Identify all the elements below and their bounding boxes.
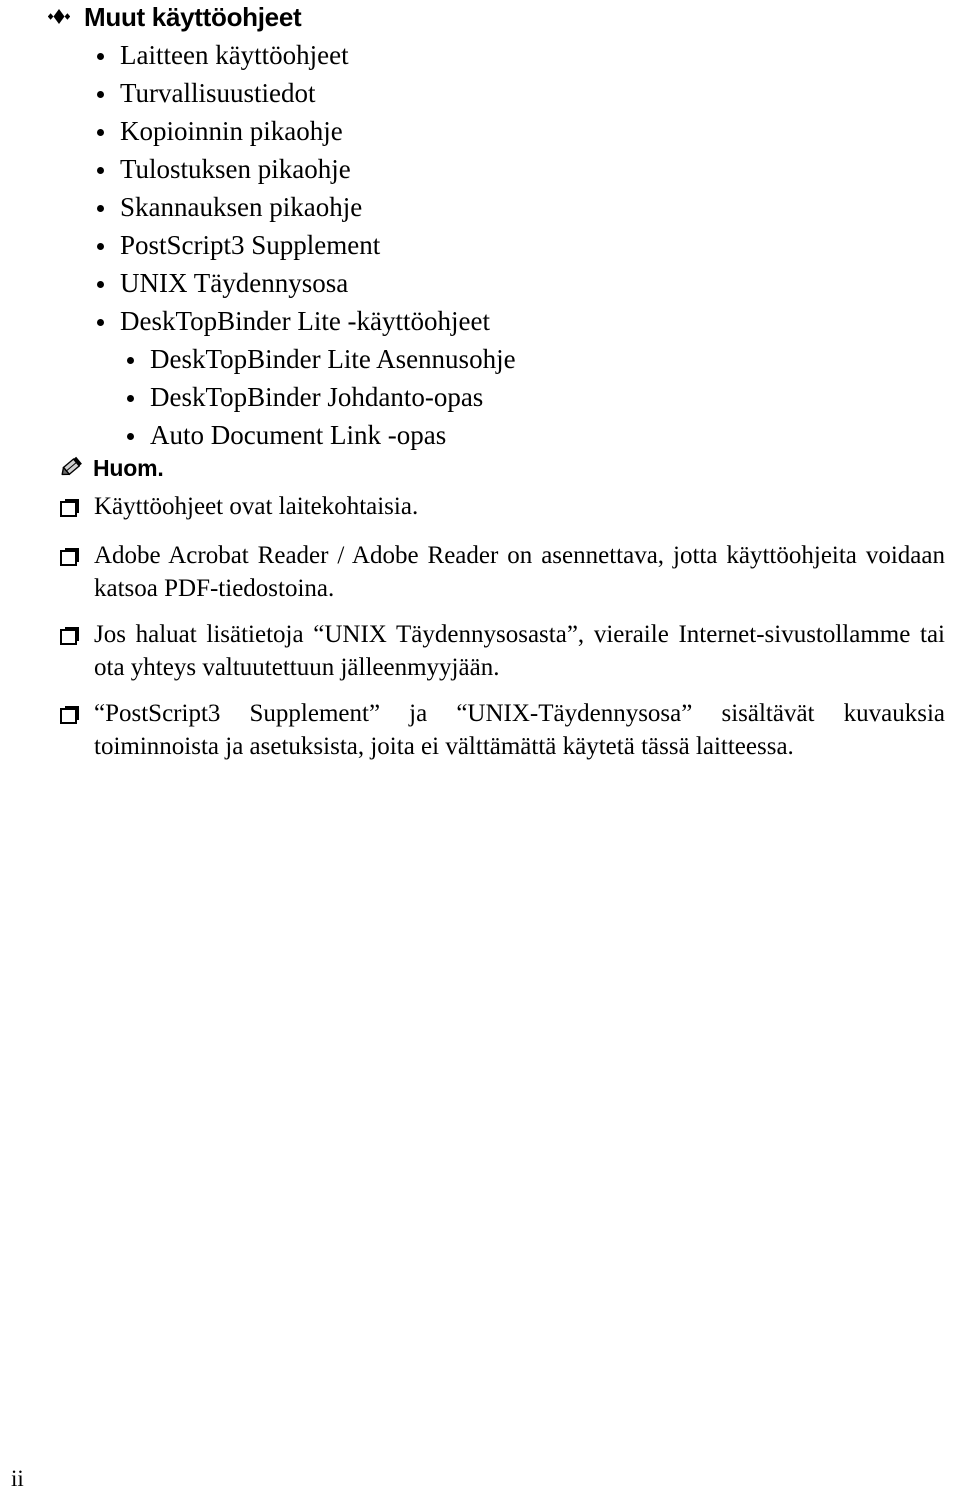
list-item-label: UNIX Täydennysosa [120, 268, 349, 298]
section-heading: Muut käyttöohjeet [48, 2, 302, 33]
round-bullet-icon [127, 357, 134, 364]
note-heading-label: Huom. [93, 455, 164, 481]
list-item-label: Turvallisuustiedot [120, 78, 316, 108]
note-item-text: “PostScript3 Supplement” ja “UNIX-Täyden… [94, 700, 945, 760]
shadowed-box-bullet-icon [60, 499, 79, 517]
page-number: ii [11, 1466, 24, 1491]
document-page: Muut käyttöohjeet Laitteen käyttöohjeet … [0, 0, 960, 1506]
round-bullet-icon [97, 129, 104, 136]
note-items: Käyttöohjeet ovat laitekohtaisia. Adobe … [0, 490, 960, 763]
list-item: Auto Document Link -opas [0, 416, 960, 454]
shadowed-box-bullet-icon [60, 627, 79, 645]
note-list-item: Jos haluat lisätietoja “UNIX Täydennysos… [0, 618, 960, 684]
list-item: DeskTopBinder Lite -käyttöohjeet [0, 302, 960, 340]
round-bullet-icon [97, 205, 104, 212]
list-item-label: PostScript3 Supplement [120, 230, 381, 260]
list-item: Laitteen käyttöohjeet [0, 36, 960, 74]
note-list-item: Käyttöohjeet ovat laitekohtaisia. [0, 490, 960, 523]
round-bullet-icon [127, 433, 134, 440]
list-item: Turvallisuustiedot [0, 74, 960, 112]
round-bullet-icon [97, 167, 104, 174]
round-bullet-icon [127, 395, 134, 402]
round-bullet-icon [97, 243, 104, 250]
shadowed-box-bullet-icon [60, 548, 79, 566]
page-title: Muut käyttöohjeet [84, 2, 302, 32]
list-item-label: Kopioinnin pikaohje [120, 116, 343, 146]
round-bullet-icon [97, 53, 104, 60]
shadowed-box-bullet-icon [60, 706, 79, 724]
list-item: Tulostuksen pikaohje [0, 150, 960, 188]
round-bullet-icon [97, 319, 104, 326]
list-item: Kopioinnin pikaohje [0, 112, 960, 150]
round-bullet-icon [97, 91, 104, 98]
note-list-item: Adobe Acrobat Reader / Adobe Reader on a… [0, 539, 960, 605]
list-item-label: Skannauksen pikaohje [120, 192, 363, 222]
list-item-label: Tulostuksen pikaohje [120, 154, 351, 184]
list-item-label: DeskTopBinder Lite Asennusohje [150, 344, 516, 374]
list-item-label: Auto Document Link -opas [150, 420, 447, 450]
note-list-item: “PostScript3 Supplement” ja “UNIX-Täyden… [0, 697, 960, 763]
list-item-label: DeskTopBinder Johdanto-opas [150, 382, 484, 412]
list-item: DeskTopBinder Johdanto-opas [0, 378, 960, 416]
list-item-label: DeskTopBinder Lite -käyttöohjeet [120, 306, 491, 336]
pencil-icon [61, 456, 82, 476]
other-guides-list: Laitteen käyttöohjeet Turvallisuustiedot… [0, 36, 960, 454]
note-item-text: Käyttöohjeet ovat laitekohtaisia. [94, 493, 419, 520]
diamond-bullet-icon [48, 9, 70, 24]
list-item: PostScript3 Supplement [0, 226, 960, 264]
note-item-text: Adobe Acrobat Reader / Adobe Reader on a… [94, 542, 945, 602]
list-item: DeskTopBinder Lite Asennusohje [0, 340, 960, 378]
round-bullet-icon [97, 281, 104, 288]
list-item-label: Laitteen käyttöohjeet [120, 40, 349, 70]
list-item: Skannauksen pikaohje [0, 188, 960, 226]
note-item-text: Jos haluat lisätietoja “UNIX Täydennysos… [94, 621, 945, 681]
list-item: UNIX Täydennysosa [0, 264, 960, 302]
note-heading: Huom. [58, 452, 164, 484]
